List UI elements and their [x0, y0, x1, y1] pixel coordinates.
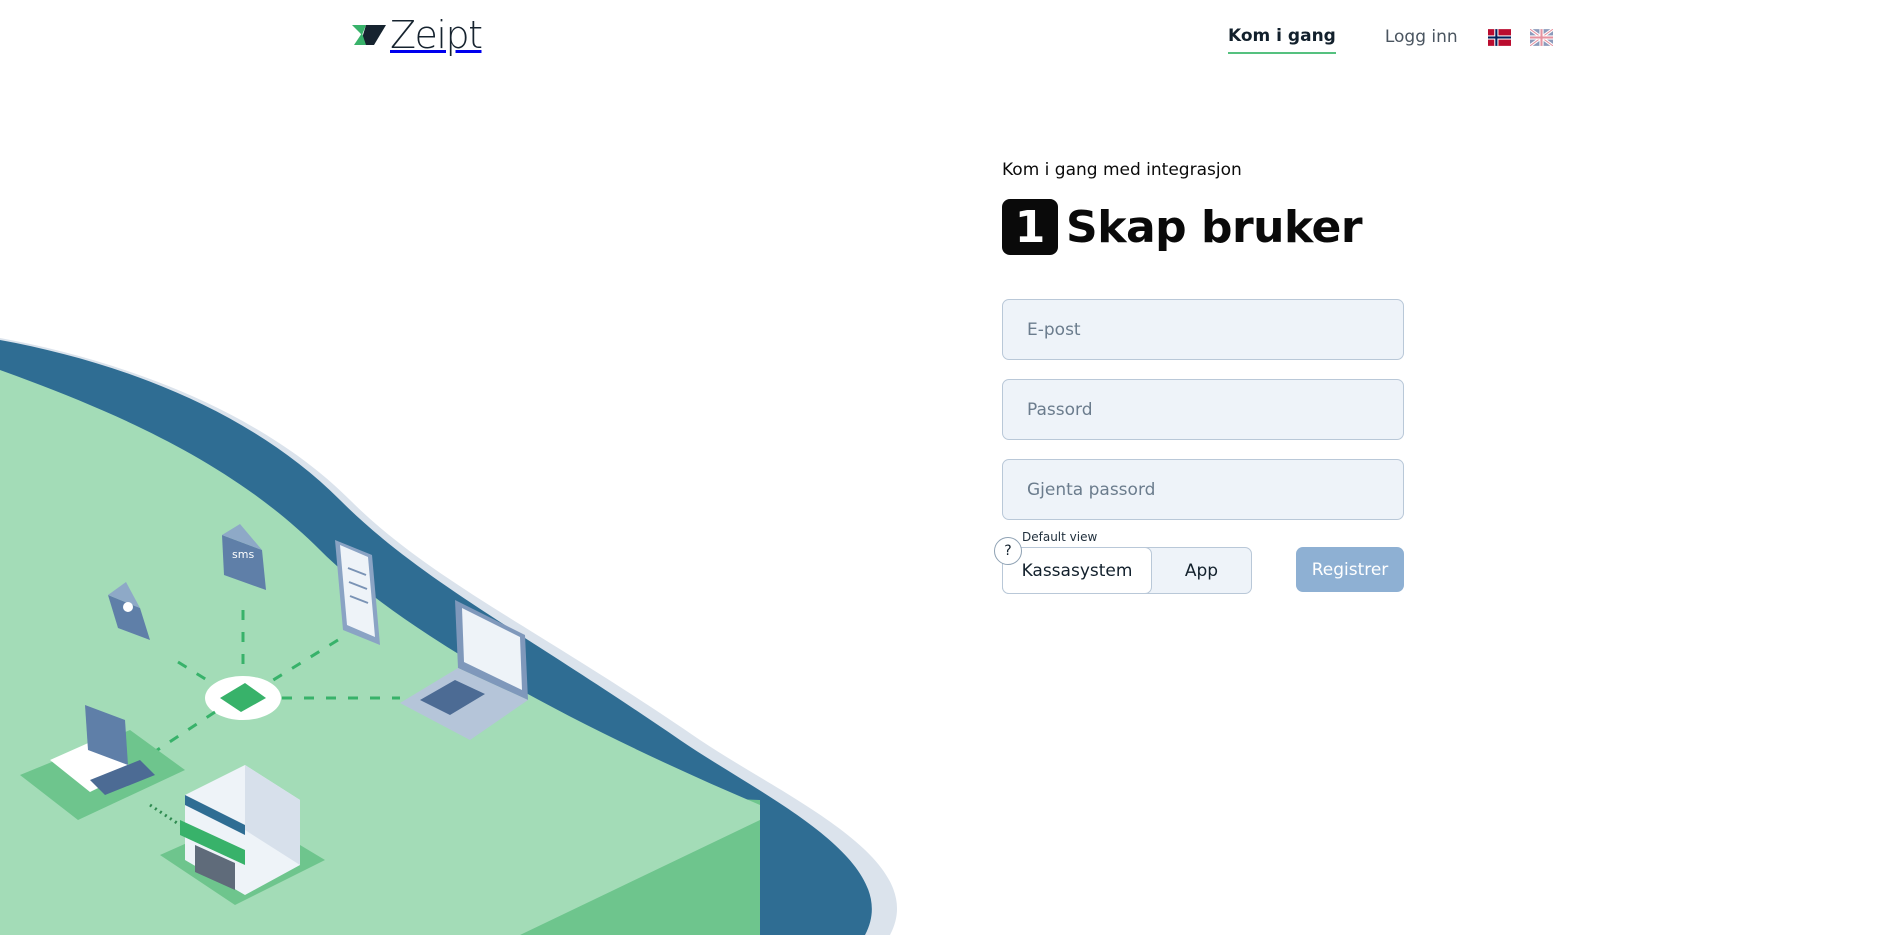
signup-header: Kom i gang med integrasjon 1 Skap bruker [1002, 160, 1404, 255]
repeat-password-field[interactable] [1002, 459, 1404, 520]
nav-login[interactable]: Logg inn [1385, 27, 1458, 53]
uk-flag-icon[interactable] [1530, 29, 1553, 46]
step-number-badge: 1 [1002, 199, 1058, 255]
page-title: Skap bruker [1066, 201, 1363, 253]
zeipt-logo[interactable]: Zeipt [352, 13, 483, 57]
view-option-app[interactable]: App [1152, 548, 1251, 593]
integration-illustration: sms [0, 338, 898, 935]
help-icon[interactable]: ? [994, 537, 1022, 565]
main-nav: Kom i gang Logg inn [1228, 26, 1458, 54]
view-option-kassasystem[interactable]: Kassasystem [1002, 547, 1152, 594]
email-field[interactable] [1002, 299, 1404, 360]
language-switcher [1488, 29, 1553, 46]
register-button[interactable]: Registrer [1296, 547, 1404, 592]
page: Zeipt Kom i gang Logg inn sms Kom i gang… [0, 0, 1902, 935]
form-subtitle: Kom i gang med integrasjon [1002, 160, 1242, 180]
nav-get-started[interactable]: Kom i gang [1228, 26, 1336, 54]
form-title-row: 1 Skap bruker [1002, 199, 1404, 255]
svg-text:sms: sms [232, 548, 254, 561]
hub-icon [205, 676, 281, 720]
norwegian-flag-icon[interactable] [1488, 29, 1511, 46]
default-view-label: Default view [1022, 530, 1098, 544]
land [0, 370, 760, 935]
default-view-toggle: Kassasystem App [1002, 547, 1252, 594]
password-field[interactable] [1002, 379, 1404, 440]
zeipt-logo-icon [352, 25, 386, 45]
logo-text: Zeipt [390, 13, 483, 57]
